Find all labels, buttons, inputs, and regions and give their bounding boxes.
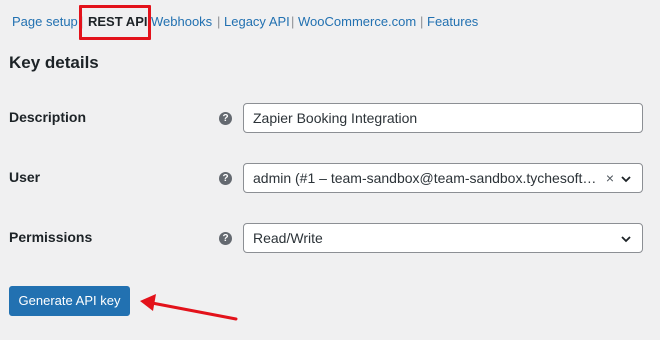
user-label: User (9, 169, 41, 185)
subnav-woocommerce-com[interactable]: WooCommerce.com (298, 14, 416, 29)
description-label: Description (9, 109, 87, 125)
subnav-separator: | (291, 14, 295, 29)
description-input[interactable] (243, 103, 643, 133)
subnav-separator: | (217, 14, 221, 29)
permissions-select-value: Read/Write (253, 230, 323, 246)
question-circle-icon[interactable]: ? (219, 172, 232, 185)
chevron-down-icon (621, 176, 631, 183)
permissions-select[interactable]: Read/Write (243, 223, 643, 253)
close-icon[interactable]: × (606, 164, 614, 192)
question-circle-icon[interactable]: ? (219, 112, 232, 125)
subnav-webhooks[interactable]: Webhooks (151, 14, 212, 29)
annotation-highlight-box (79, 5, 151, 40)
question-circle-icon[interactable]: ? (219, 232, 232, 245)
permissions-label: Permissions (9, 229, 93, 245)
woocommerce-advanced-settings: Page setup | REST API | Webhooks | Legac… (0, 0, 660, 340)
chevron-down-icon (621, 236, 631, 243)
user-select-value: admin (#1 – team-sandbox@team-sandbox.ty… (253, 170, 603, 186)
red-arrow-icon (140, 294, 238, 321)
subnav-page-setup[interactable]: Page setup (12, 14, 78, 29)
subnav-legacy-api[interactable]: Legacy API (224, 14, 290, 29)
user-select[interactable]: admin (#1 – team-sandbox@team-sandbox.ty… (243, 163, 643, 193)
subnav-features[interactable]: Features (427, 14, 478, 29)
subnav-separator: | (420, 14, 424, 29)
section-title: Key details (9, 53, 99, 72)
generate-api-key-button[interactable]: Generate API key (9, 286, 130, 316)
